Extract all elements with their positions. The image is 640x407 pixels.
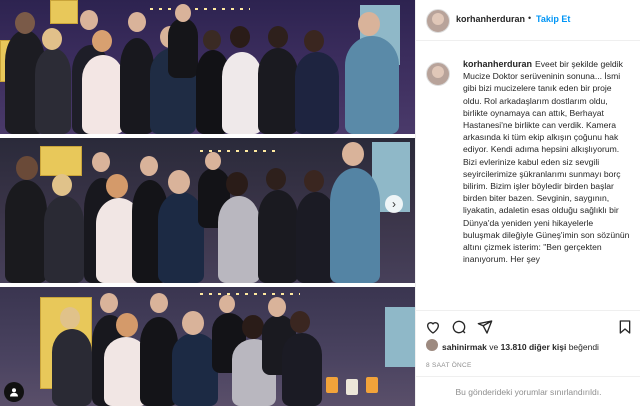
post-timestamp[interactable]: 8 SAAT ÖNCE [426, 362, 472, 369]
likes-count[interactable]: 13.810 diğer kişi [501, 342, 567, 352]
person-head [92, 30, 112, 52]
person [330, 168, 380, 283]
person [295, 52, 339, 134]
person-head [226, 172, 248, 196]
person-head [106, 174, 128, 198]
string-lights [150, 8, 250, 10]
person [258, 190, 298, 283]
person-head [128, 12, 146, 32]
person-head [266, 168, 286, 190]
follow-button[interactable]: Takip Et [536, 14, 570, 24]
person [218, 196, 260, 283]
person-head [290, 311, 310, 333]
person [222, 52, 262, 134]
share-icon[interactable] [477, 319, 493, 335]
likes-suffix: beğendi [568, 342, 599, 352]
person [345, 36, 399, 134]
person-head [168, 170, 190, 194]
user-tag-icon[interactable] [4, 382, 24, 402]
person [5, 180, 47, 283]
poster [50, 0, 78, 24]
person-head [205, 152, 221, 170]
person-head [219, 295, 235, 313]
person-head [42, 28, 62, 50]
person [168, 18, 198, 78]
person-head [52, 174, 72, 196]
person [282, 333, 322, 406]
post-caption: korhanherduran Eveet bir şekilde geldik M… [463, 58, 631, 310]
person-head [358, 12, 380, 36]
person-head [268, 297, 286, 317]
heart-icon[interactable] [425, 319, 441, 335]
person-head [140, 156, 158, 176]
caption-text: Eveet bir şekilde geldik Mucize Doktor s… [463, 59, 630, 265]
person-head [203, 30, 221, 50]
person-head [92, 152, 110, 172]
person [120, 38, 154, 134]
poster [40, 146, 82, 176]
username-link[interactable]: korhanherduran [456, 14, 525, 24]
person-head [116, 313, 138, 337]
avatar[interactable] [426, 9, 450, 33]
person-head [242, 315, 264, 339]
poster [385, 307, 415, 367]
cup [346, 379, 358, 395]
likes-summary: sahinirmak ve 13.810 diğer kişi beğendi [442, 342, 599, 352]
comments-disabled-notice: Bu gönderideki yorumlar sınırlandırıldı. [416, 376, 640, 407]
separator-dot: • [528, 13, 532, 23]
liker-avatar[interactable] [426, 339, 438, 351]
person-head [15, 12, 35, 34]
person [44, 196, 84, 283]
photo-strip-2 [0, 138, 415, 283]
photo-strip-1 [0, 0, 415, 134]
caption-avatar[interactable] [426, 62, 450, 86]
person-head [304, 170, 324, 192]
caption-username[interactable]: korhanherduran [463, 59, 532, 69]
person-head [182, 311, 204, 335]
photo-strip-3 [0, 287, 415, 406]
post-header: korhanherduran • Takip Et [416, 0, 640, 41]
person [258, 48, 298, 134]
person-head [16, 156, 38, 180]
post-photo[interactable]: › [0, 0, 415, 406]
post-sidebar: korhanherduran • Takip Et korhanherduran… [415, 0, 640, 406]
comment-icon[interactable] [451, 319, 467, 335]
person-head [268, 26, 288, 48]
person [35, 48, 71, 134]
person-head [60, 307, 80, 329]
person-head [100, 293, 118, 313]
person-head [150, 293, 168, 313]
likes-connector: ve [489, 342, 499, 352]
action-bar [416, 310, 640, 341]
person-head [342, 142, 364, 166]
person [82, 55, 124, 134]
string-lights [200, 293, 300, 295]
chevron-right-icon[interactable]: › [385, 195, 403, 213]
cup [366, 377, 378, 393]
person-head [230, 26, 250, 48]
person-head [175, 4, 191, 22]
person-head [304, 30, 324, 52]
person [52, 329, 92, 406]
person-head [80, 10, 98, 30]
liker-username[interactable]: sahinirmak [442, 342, 487, 352]
bookmark-icon[interactable] [617, 319, 633, 335]
cup [326, 377, 338, 393]
